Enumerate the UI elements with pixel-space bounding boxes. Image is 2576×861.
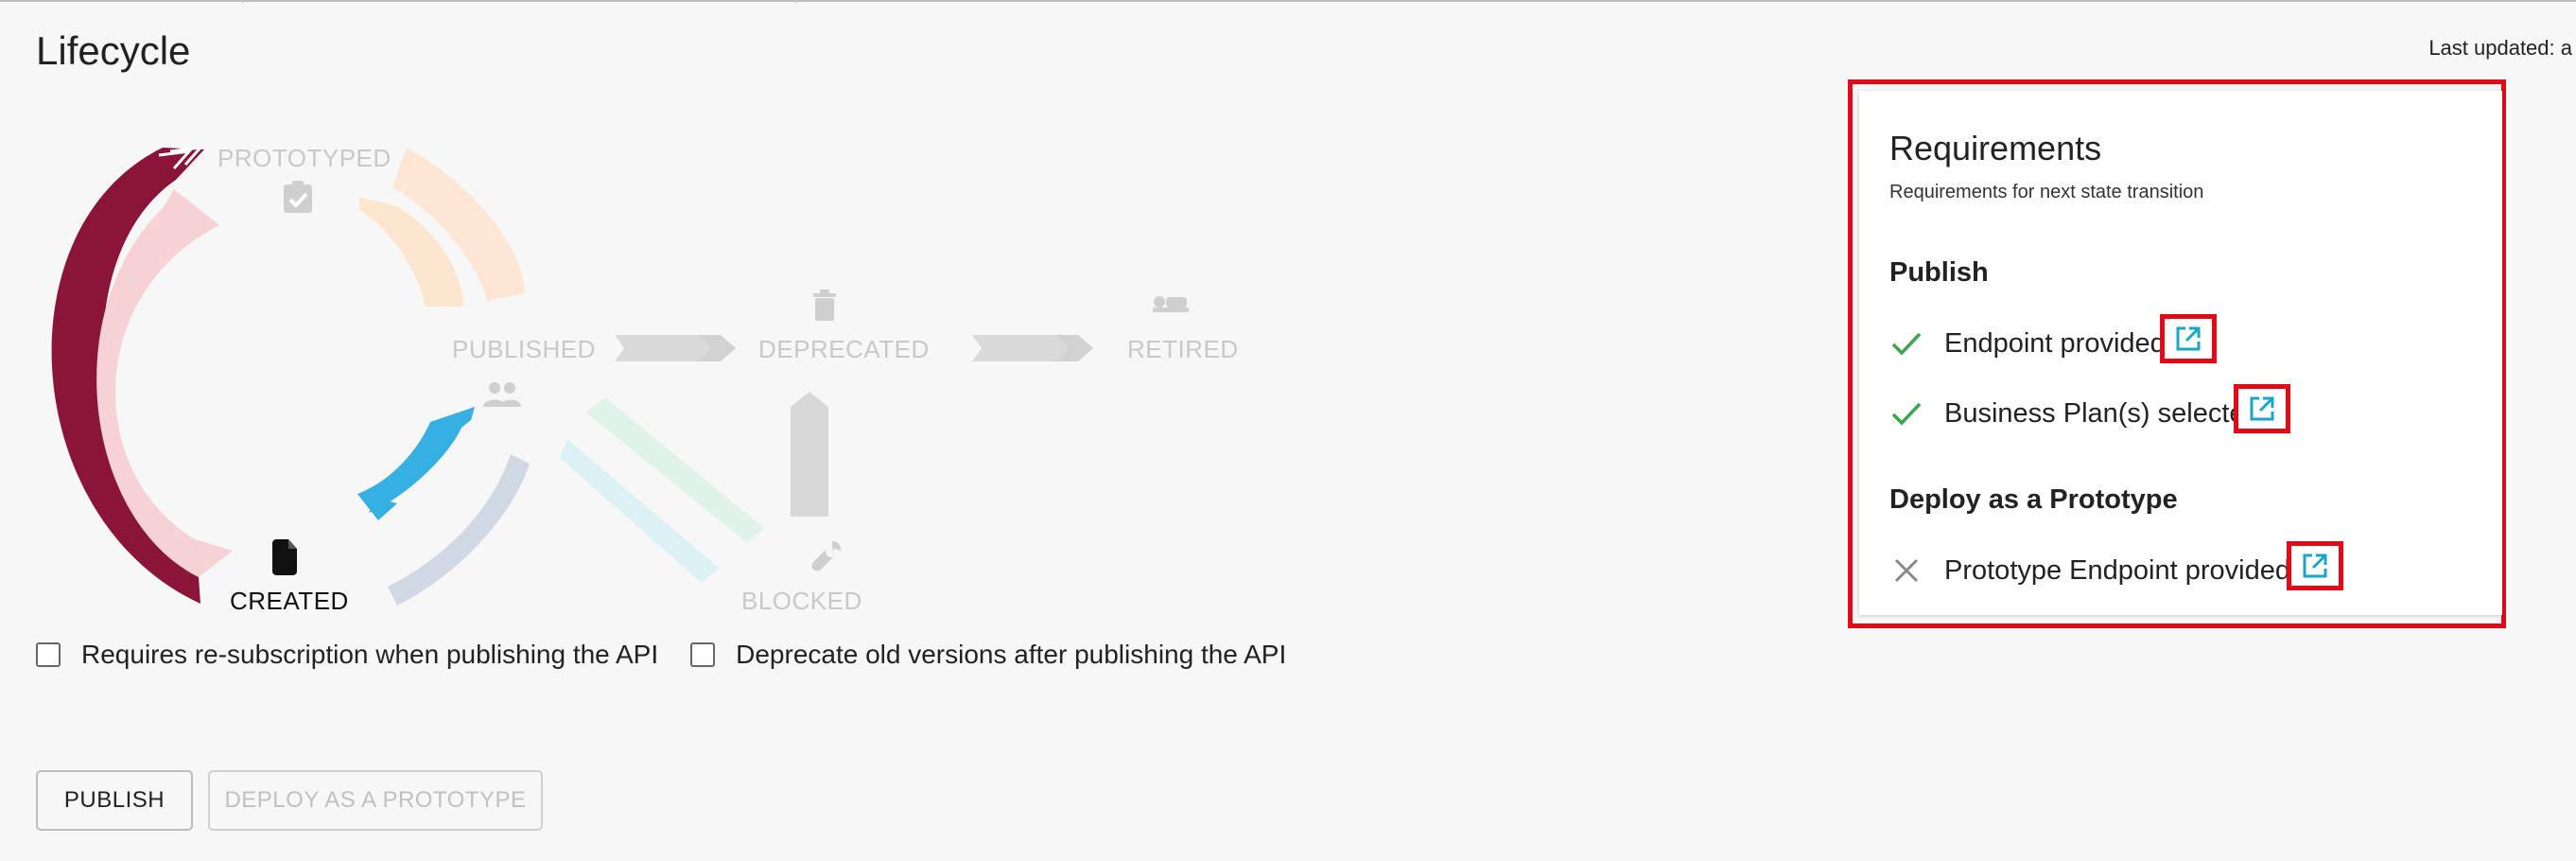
lifecycle-arrows bbox=[51, 146, 1093, 606]
document-icon bbox=[272, 539, 297, 575]
top-border-tick bbox=[796, 0, 797, 4]
check-icon bbox=[1889, 396, 1923, 430]
state-label-published: PUBLISHED bbox=[452, 335, 596, 363]
external-link-icon bbox=[2176, 326, 2201, 351]
arrow-blocked-to-published bbox=[560, 439, 719, 583]
top-border-tick bbox=[242, 0, 243, 4]
deprecate-old-checkbox[interactable] bbox=[690, 642, 716, 667]
requirements-section-publish: Publish bbox=[1889, 257, 1989, 288]
check-icon bbox=[1889, 326, 1923, 360]
resubscription-checkbox-row[interactable]: Requires re-subscription when publishing… bbox=[36, 640, 658, 670]
external-link-icon bbox=[2250, 396, 2274, 421]
requirements-card: Requirements Requirements for next state… bbox=[1859, 91, 2502, 615]
cross-icon bbox=[1889, 554, 1923, 588]
arrow-blocked-to-deprecated bbox=[791, 392, 828, 517]
business-plan-open-link[interactable] bbox=[2234, 384, 2290, 433]
arrow-created-to-published bbox=[357, 407, 475, 513]
arrow-deprecated-to-retired bbox=[972, 335, 1074, 361]
trash-icon bbox=[813, 290, 836, 321]
endpoint-open-link[interactable] bbox=[2160, 314, 2217, 363]
requirement-item: Business Plan(s) selected bbox=[1889, 390, 2260, 437]
resubscription-label: Requires re-subscription when publishing… bbox=[81, 640, 659, 669]
people-icon bbox=[483, 382, 521, 407]
resubscription-checkbox[interactable] bbox=[36, 642, 61, 667]
bed-icon bbox=[1153, 296, 1189, 312]
wrench-icon bbox=[811, 541, 842, 571]
state-label-retired: RETIRED bbox=[1127, 335, 1239, 363]
requirements-title: Requirements bbox=[1889, 129, 2102, 167]
clipboard-check-icon bbox=[284, 181, 312, 213]
deploy-prototype-button[interactable]: DEPLOY AS A PROTOTYPE bbox=[208, 770, 543, 831]
requirement-label: Business Plan(s) selected bbox=[1944, 397, 2260, 429]
requirements-subtitle: Requirements for next state transition bbox=[1889, 182, 2204, 202]
requirements-section-deploy-prototype: Deploy as a Prototype bbox=[1889, 484, 2178, 515]
arrow-published-to-deprecated bbox=[615, 335, 717, 361]
last-updated-label: Last updated: a bbox=[2428, 36, 2572, 60]
requirement-item: Endpoint provided bbox=[1889, 320, 2166, 367]
publish-button[interactable]: PUBLISH bbox=[36, 770, 193, 831]
state-label-prototyped: PROTOTYPED bbox=[218, 144, 392, 172]
lifecycle-diagram: PROTOTYPED PUBLISHED DEPRECATED RETIRED … bbox=[0, 123, 1324, 624]
deprecate-old-label: Deprecate old versions after publishing … bbox=[736, 640, 1287, 669]
page-title: Lifecycle bbox=[36, 28, 191, 73]
lifecycle-options: Requires re-subscription when publishing… bbox=[36, 640, 1318, 670]
arrow-published-to-blocked bbox=[586, 397, 764, 543]
requirement-label: Prototype Endpoint provided bbox=[1944, 554, 2290, 586]
state-label-created: CREATED bbox=[230, 587, 349, 615]
requirement-label: Endpoint provided bbox=[1944, 327, 2166, 359]
state-label-deprecated: DEPRECATED bbox=[758, 335, 930, 363]
top-border bbox=[0, 0, 2576, 4]
deprecate-old-checkbox-row[interactable]: Deprecate old versions after publishing … bbox=[690, 640, 1286, 670]
state-label-blocked: BLOCKED bbox=[741, 587, 862, 615]
prototype-endpoint-open-link[interactable] bbox=[2287, 541, 2343, 590]
requirement-item: Prototype Endpoint provided bbox=[1889, 547, 2290, 594]
external-link-icon bbox=[2303, 554, 2327, 578]
